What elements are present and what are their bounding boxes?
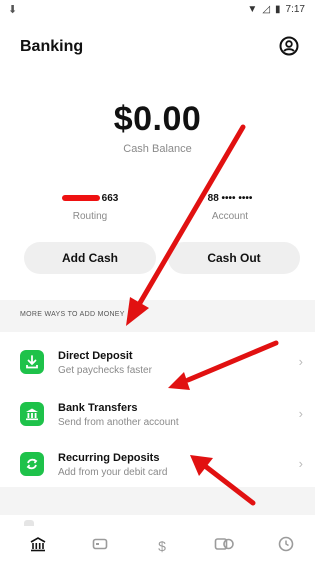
- status-bar: ⬇ ▼ ◿ ▮ 7:17: [0, 0, 315, 22]
- list-item-subtitle: Get paychecks faster: [58, 365, 152, 376]
- partially-hidden-icon: [24, 520, 34, 526]
- status-icons: ▼ ◿ ▮ 7:17: [247, 4, 305, 15]
- bottom-tab-bar: $: [0, 530, 315, 563]
- recurring-icon: [20, 452, 44, 476]
- list-item-bank-transfers[interactable]: Bank Transfers Send from another account…: [0, 390, 315, 442]
- account-label: Account: [211, 211, 249, 222]
- wifi-icon: ▼: [247, 4, 258, 15]
- chevron-right-icon: ›: [298, 406, 303, 421]
- signal-icon: ◿: [262, 4, 271, 15]
- balance-label: Cash Balance: [123, 143, 192, 155]
- profile-icon[interactable]: [279, 36, 299, 56]
- header: Banking: [0, 24, 315, 68]
- section-header: MORE WAYS TO ADD MONEY: [0, 300, 315, 332]
- page-title: Banking: [20, 38, 84, 55]
- download-icon: [20, 350, 44, 374]
- dollar-tab-icon[interactable]: $: [149, 534, 175, 558]
- chevron-right-icon: ›: [298, 354, 303, 369]
- section-divider: [0, 487, 315, 515]
- list-item-subtitle: Send from another account: [58, 417, 179, 428]
- list-item-title: Recurring Deposits: [58, 452, 160, 464]
- cash-balance: $0.00 Cash Balance: [0, 100, 315, 155]
- cash-out-button[interactable]: Cash Out: [168, 242, 300, 274]
- list-item-subtitle: Add from your debit card: [58, 467, 168, 478]
- routing-info[interactable]: 663 Routing: [20, 193, 160, 222]
- status-time: 7:17: [285, 4, 305, 15]
- list-item-recurring-deposits[interactable]: Recurring Deposits Add from your debit c…: [0, 440, 315, 492]
- bank-tab-icon[interactable]: [25, 534, 51, 558]
- balance-amount: $0.00: [113, 100, 202, 138]
- account-number: 88 •••• ••••: [207, 193, 253, 204]
- add-cash-button[interactable]: Add Cash: [24, 242, 156, 274]
- list-item-direct-deposit[interactable]: Direct Deposit Get paychecks faster ›: [0, 338, 315, 390]
- annotation-arrow-to-section: [126, 124, 246, 326]
- account-info[interactable]: 88 •••• •••• Account: [160, 193, 300, 222]
- list-item-title: Bank Transfers: [58, 402, 138, 414]
- bank-icon: [20, 402, 44, 426]
- routing-label: Routing: [72, 211, 108, 222]
- redaction-mark: [61, 195, 100, 202]
- clock-tab-icon[interactable]: [273, 534, 299, 558]
- activity-tab-icon[interactable]: [211, 534, 237, 558]
- card-tab-icon[interactable]: [87, 534, 113, 558]
- battery-icon: ▮: [275, 4, 281, 15]
- routing-number: 663: [20, 193, 160, 204]
- list-item-title: Direct Deposit: [58, 350, 133, 362]
- section-title: MORE WAYS TO ADD MONEY: [20, 311, 125, 318]
- download-icon: ⬇: [8, 4, 18, 16]
- chevron-right-icon: ›: [298, 456, 303, 471]
